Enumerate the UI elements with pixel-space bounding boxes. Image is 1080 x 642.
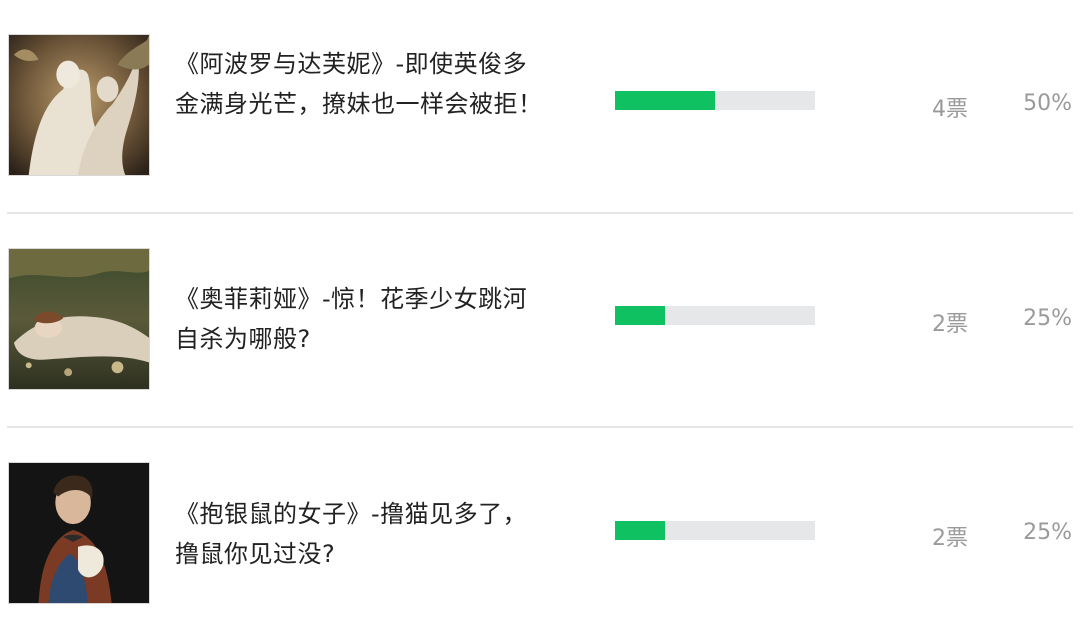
vote-count: 2票 (932, 526, 968, 551)
vote-progress-bar (615, 91, 815, 110)
ophelia-painting-image (8, 248, 150, 390)
vote-option[interactable]: 《阿波罗与达芙妮》-即使英俊多金满身光芒，撩妹也一样会被拒！ 4票 50% (0, 0, 1080, 214)
vote-percent: 25% (1023, 520, 1072, 545)
vote-progress-fill (615, 306, 665, 325)
vote-progress-bar (615, 521, 815, 540)
lady-with-an-ermine-painting-image (8, 462, 150, 604)
vote-progress-fill (615, 521, 665, 540)
vote-option[interactable]: 《奥菲莉娅》-惊！花季少女跳河自杀为哪般? 2票 25% (0, 214, 1080, 428)
vote-percent: 25% (1023, 306, 1072, 331)
vote-percent: 50% (1023, 91, 1072, 116)
vote-option[interactable]: 《抱银鼠的女子》-撸猫见多了，撸鼠你见过没? 2票 25% (0, 428, 1080, 642)
option-title: 《奥菲莉娅》-惊！花季少女跳河自杀为哪般? (175, 285, 528, 353)
vote-results-list: 《阿波罗与达芙妮》-即使英俊多金满身光芒，撩妹也一样会被拒！ 4票 50% 《奥… (0, 0, 1080, 642)
vote-progress-bar (615, 306, 815, 325)
vote-progress-fill (615, 91, 715, 110)
apollo-and-daphne-sculpture-image (8, 34, 150, 176)
vote-count: 2票 (932, 312, 968, 337)
option-title: 《抱银鼠的女子》-撸猫见多了，撸鼠你见过没? (175, 500, 528, 568)
option-title: 《阿波罗与达芙妮》-即使英俊多金满身光芒，撩妹也一样会被拒！ (175, 50, 543, 118)
vote-count: 4票 (932, 97, 968, 122)
